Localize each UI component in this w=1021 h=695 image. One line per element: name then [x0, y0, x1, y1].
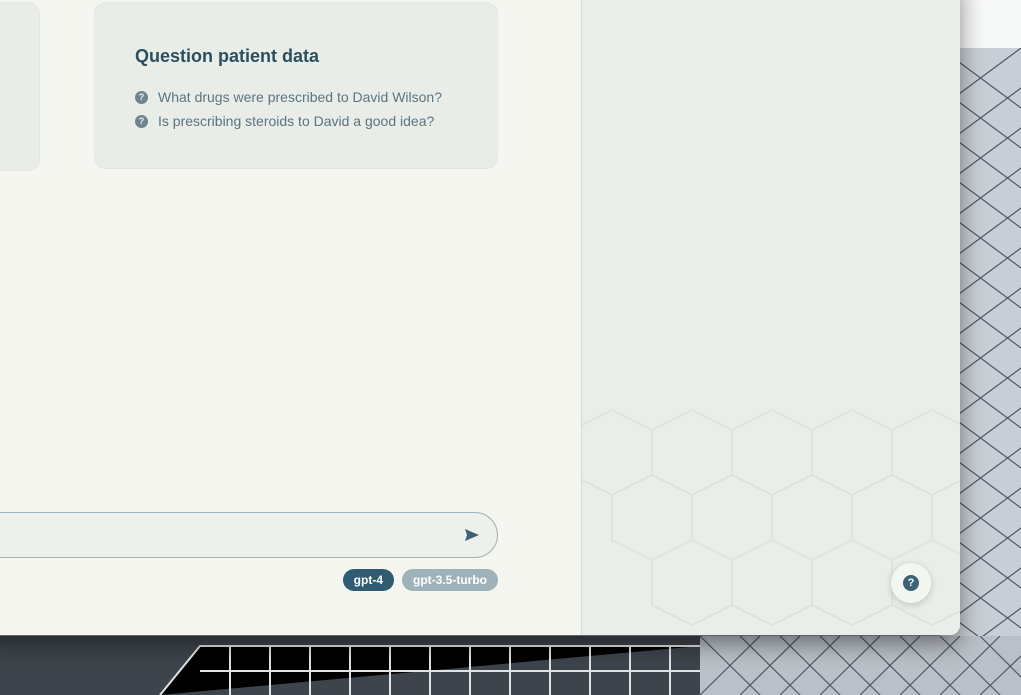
suggestion-item-label: Is prescribing steroids to David a good …: [158, 113, 435, 129]
chat-input[interactable]: [0, 513, 435, 559]
send-icon[interactable]: [463, 526, 481, 544]
suggestion-list: ? What drugs were prescribed to David Wi…: [135, 85, 497, 133]
background-facade-bottom: [0, 636, 1021, 695]
chat-input-container: [0, 512, 498, 559]
suggestion-item[interactable]: ? What drugs were prescribed to David Wi…: [135, 85, 497, 109]
side-panel: [581, 0, 960, 635]
app-window: Question patient data ? What drugs were …: [0, 0, 960, 635]
suggestion-card-patient-data: Question patient data ? What drugs were …: [94, 2, 498, 169]
model-option-gpt-3-5-turbo[interactable]: gpt-3.5-turbo: [402, 569, 498, 591]
suggestion-item[interactable]: ? Is prescribing steroids to David a goo…: [135, 109, 497, 133]
help-button[interactable]: ?: [891, 563, 931, 603]
help-icon: ?: [903, 575, 919, 591]
suggestion-card-partial[interactable]: [0, 2, 40, 171]
suggestion-item-label: What drugs were prescribed to David Wils…: [158, 89, 443, 105]
model-option-gpt-4[interactable]: gpt-4: [342, 569, 394, 591]
suggestion-card-title: Question patient data: [135, 46, 320, 66]
chat-pane: Question patient data ? What drugs were …: [0, 0, 581, 635]
question-icon: ?: [135, 90, 148, 104]
model-selector: gpt-4 gpt-3.5-turbo: [342, 569, 498, 591]
question-icon: ?: [135, 114, 148, 128]
